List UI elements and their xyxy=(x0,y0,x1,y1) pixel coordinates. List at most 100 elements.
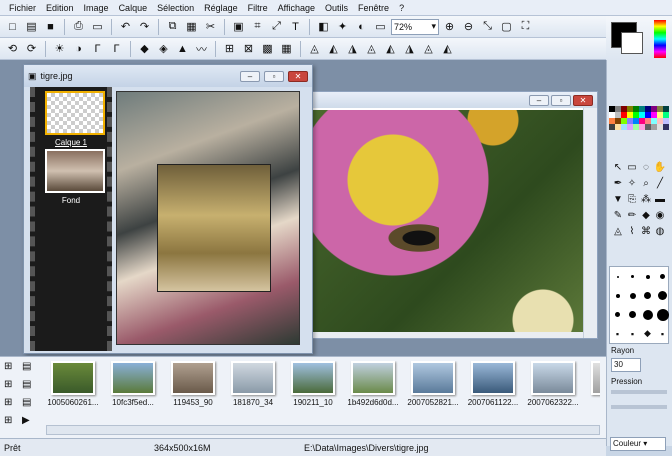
pression-slider[interactable] xyxy=(611,390,667,394)
scan-icon[interactable]: ▭ xyxy=(89,18,106,35)
smudge-icon[interactable]: ◭ xyxy=(382,40,399,57)
list-item[interactable]: 181870_34 xyxy=(226,361,280,423)
lasso-icon[interactable]: ◌ xyxy=(639,162,653,178)
list-item[interactable]: 2007062322... xyxy=(526,361,580,423)
noise-icon[interactable]: ◭ xyxy=(439,40,456,57)
fill-bucket-icon[interactable]: ▼ xyxy=(611,194,625,210)
maximize-button[interactable]: ▫ xyxy=(264,70,284,82)
sort-icon[interactable]: ▤ xyxy=(22,397,40,415)
folder-icon[interactable]: ▤ xyxy=(22,361,40,379)
spray-icon[interactable]: ⁂ xyxy=(639,194,653,210)
up-icon[interactable]: ⊞ xyxy=(4,379,22,397)
vertical-scrollbar[interactable] xyxy=(583,108,597,338)
tiger-image-canvas[interactable] xyxy=(116,91,300,345)
smudge-tool-icon[interactable]: ⌇ xyxy=(625,226,639,242)
zoom-select[interactable]: 72% ▾ xyxy=(391,18,439,35)
list-item[interactable]: 1b492d6d0d... xyxy=(346,361,400,423)
select-all-icon[interactable]: ▣ xyxy=(230,18,247,35)
actual-size-icon[interactable]: ▢ xyxy=(498,18,515,35)
effects-icon[interactable]: ✦ xyxy=(334,18,351,35)
mode-select[interactable]: Couleur ▾ xyxy=(610,437,666,451)
minimize-button[interactable]: – xyxy=(529,94,549,106)
new-file-icon[interactable]: □ xyxy=(4,18,21,35)
filter-pixel-icon[interactable]: ▩ xyxy=(259,40,276,57)
filter-icon[interactable]: ⊞ xyxy=(4,415,22,433)
retouch-icon[interactable]: ⌘ xyxy=(639,226,653,242)
redo-icon[interactable]: ↷ xyxy=(136,18,153,35)
menu-selection[interactable]: Sélection xyxy=(152,0,199,16)
close-button[interactable]: ✕ xyxy=(573,94,593,106)
menu-fichier[interactable]: Fichier xyxy=(4,0,41,16)
sharpen-icon[interactable]: ◭ xyxy=(325,40,342,57)
layer-sepia-overlay[interactable] xyxy=(157,164,271,292)
paste-icon[interactable]: ▦ xyxy=(183,18,200,35)
red-eye-icon[interactable]: ◍ xyxy=(653,226,667,242)
menu-reglage[interactable]: Réglage xyxy=(199,0,243,16)
list-item[interactable]: 2373 xyxy=(586,361,600,423)
horizontal-scrollbar[interactable] xyxy=(46,425,600,435)
rayon-input[interactable]: 30 xyxy=(611,358,641,372)
pencil-icon[interactable]: ✏ xyxy=(625,210,639,226)
brush-special[interactable]: ▪ xyxy=(631,329,634,339)
brightness-icon[interactable]: ☀ xyxy=(51,40,68,57)
layer-thumbnail-calque1[interactable] xyxy=(45,91,105,135)
menu-edition[interactable]: Edition xyxy=(41,0,79,16)
layer-thumbnail-fond[interactable] xyxy=(45,149,105,193)
view-icon[interactable]: ⊞ xyxy=(4,397,22,415)
brush-special[interactable]: ▪ xyxy=(616,329,619,339)
hue-icon[interactable]: ◈ xyxy=(155,40,172,57)
gamma-icon[interactable]: Γ xyxy=(89,40,106,57)
filter-blur-icon[interactable]: ▦ xyxy=(278,40,295,57)
resize-icon[interactable]: ⤢ xyxy=(268,18,285,35)
zoom-tool-icon[interactable]: ⌕ xyxy=(639,178,653,194)
save-icon[interactable]: ■ xyxy=(42,18,59,35)
image-window-tigre[interactable]: ▣ tigre.jpg – ▫ ✕ Calque 1 Fond xyxy=(23,64,313,354)
rgb-icon[interactable]: ◆ xyxy=(136,40,153,57)
hand-icon[interactable]: ✋ xyxy=(653,162,667,178)
list-item[interactable]: 2007061122... xyxy=(466,361,520,423)
eyedropper-icon[interactable]: ✒ xyxy=(611,178,625,194)
brush-special[interactable]: ▪ xyxy=(661,329,664,339)
filter-mosaic-icon[interactable]: ⊠ xyxy=(240,40,257,57)
curves-icon[interactable]: 〰 xyxy=(193,40,210,57)
menu-help[interactable]: ? xyxy=(394,0,409,16)
drop-tool-icon[interactable]: ◬ xyxy=(611,226,625,242)
list-item[interactable]: 10fc3f5ed... xyxy=(106,361,160,423)
layers-icon[interactable]: ◧ xyxy=(315,18,332,35)
open-folder-icon[interactable]: ▤ xyxy=(23,18,40,35)
menu-fenetre[interactable]: Fenêtre xyxy=(353,0,394,16)
filter-grid-icon[interactable]: ⊞ xyxy=(221,40,238,57)
rotate-right-icon[interactable]: ⟳ xyxy=(23,40,40,57)
rotate-left-icon[interactable]: ⟲ xyxy=(4,40,21,57)
refresh-icon[interactable]: ▤ xyxy=(22,379,40,397)
window-titlebar[interactable]: – ▫ ✕ xyxy=(311,92,597,108)
horizontal-scrollbar[interactable] xyxy=(311,332,583,338)
zoom-in-icon[interactable]: ⊕ xyxy=(441,18,458,35)
copy-icon[interactable]: ⧉ xyxy=(164,18,181,35)
contrast-icon[interactable]: ◑ xyxy=(70,40,87,57)
color-icon[interactable]: ◐ xyxy=(353,18,370,35)
water-icon[interactable]: ◬ xyxy=(363,40,380,57)
soften-icon[interactable]: ◮ xyxy=(401,40,418,57)
blur-icon[interactable]: ◮ xyxy=(344,40,361,57)
list-item[interactable]: 190211_10 xyxy=(286,361,340,423)
pointer-icon[interactable]: ↖ xyxy=(611,162,625,178)
histogram-icon[interactable]: ▲ xyxy=(174,40,191,57)
clone-icon[interactable]: ⎘ xyxy=(625,194,639,210)
list-item[interactable]: 119453_90 xyxy=(166,361,220,423)
print-icon[interactable]: ⎙ xyxy=(70,18,87,35)
crop-icon[interactable]: ⌗ xyxy=(249,18,266,35)
zoom-out-icon[interactable]: ⊖ xyxy=(460,18,477,35)
layer-label[interactable]: Calque 1 xyxy=(35,138,107,147)
opacity-slider[interactable] xyxy=(611,405,667,409)
screen-icon[interactable]: ▭ xyxy=(372,18,389,35)
color-spectrum[interactable] xyxy=(654,20,666,58)
brush-size-grid[interactable]: ▪ ▪ ◆ ▪ xyxy=(609,266,669,344)
close-button[interactable]: ✕ xyxy=(288,70,308,82)
menu-calque[interactable]: Calque xyxy=(114,0,153,16)
stamp-icon[interactable]: ◉ xyxy=(653,210,667,226)
text-icon[interactable]: T xyxy=(287,18,304,35)
minimize-button[interactable]: – xyxy=(240,70,260,82)
menu-image[interactable]: Image xyxy=(79,0,114,16)
magic-wand-icon[interactable]: ✧ xyxy=(625,178,639,194)
